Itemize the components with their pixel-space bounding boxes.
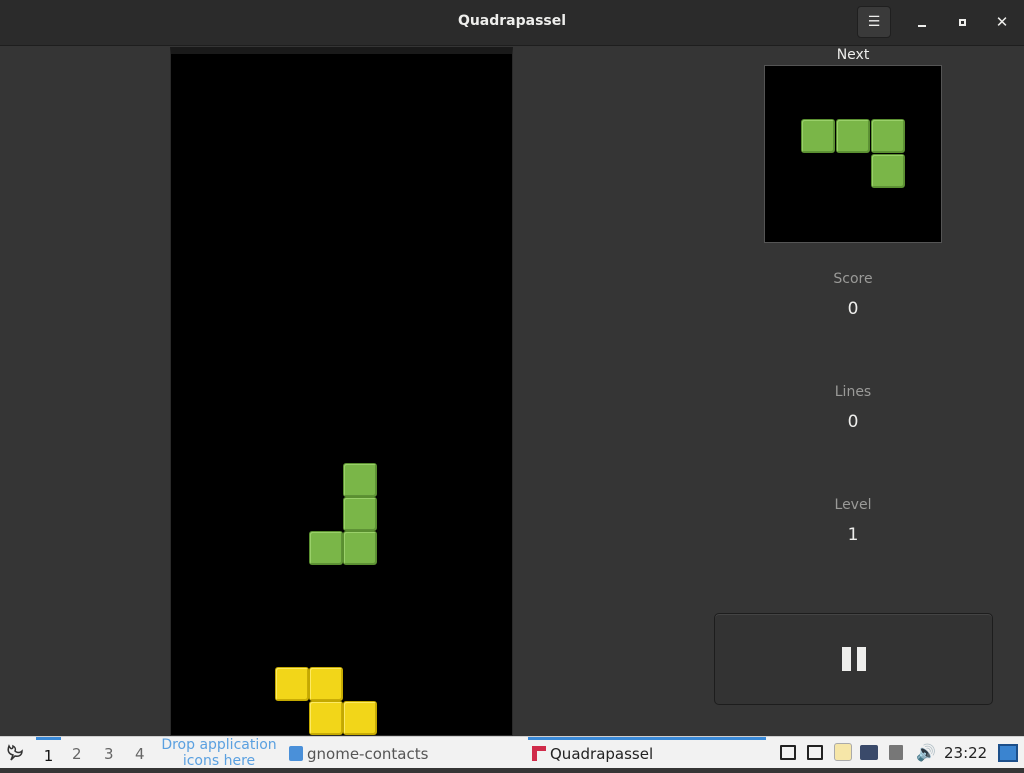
lxde-menu-icon[interactable] bbox=[5, 743, 25, 767]
score-value: 0 bbox=[847, 299, 859, 319]
hamburger-menu-icon: ☰ bbox=[867, 14, 881, 30]
next-block bbox=[870, 119, 905, 153]
maximize-button[interactable] bbox=[945, 6, 979, 38]
show-desktop-icon[interactable] bbox=[998, 744, 1018, 762]
pause-icon bbox=[841, 647, 866, 671]
volume-icon[interactable]: 🔊 bbox=[916, 743, 936, 762]
workspace-2[interactable]: 2 bbox=[72, 745, 82, 763]
lines-label: Lines bbox=[834, 384, 872, 400]
network-icon[interactable] bbox=[860, 745, 878, 760]
launcher-drop-hint: Drop application icons here bbox=[161, 737, 277, 769]
contacts-icon bbox=[289, 746, 303, 761]
quadrapassel-icon bbox=[532, 746, 546, 761]
notes-icon[interactable] bbox=[834, 743, 852, 761]
game-board[interactable] bbox=[170, 47, 513, 736]
minimize-icon bbox=[918, 25, 926, 27]
board-block bbox=[309, 531, 343, 565]
task-gnome-contacts[interactable]: gnome-contacts bbox=[289, 745, 428, 763]
board-block bbox=[309, 667, 343, 701]
workspace-3[interactable]: 3 bbox=[104, 745, 114, 763]
pause-button[interactable] bbox=[714, 613, 993, 705]
board-block bbox=[343, 463, 377, 497]
task-label: gnome-contacts bbox=[307, 745, 429, 763]
board-block bbox=[343, 497, 377, 531]
next-block bbox=[870, 154, 905, 188]
close-button[interactable]: ✕ bbox=[985, 6, 1019, 38]
task-quadrapassel[interactable]: Quadrapassel bbox=[528, 737, 766, 768]
lines-value: 0 bbox=[847, 412, 859, 432]
clock[interactable]: 23:22 bbox=[944, 744, 987, 762]
taskbar: 1 2 3 4 Drop application icons here gnom… bbox=[0, 736, 1024, 769]
eject-icon[interactable] bbox=[889, 745, 903, 760]
next-piece-preview bbox=[764, 65, 942, 243]
level-label: Level bbox=[834, 497, 872, 513]
next-label: Next bbox=[836, 47, 870, 63]
score-label: Score bbox=[833, 271, 873, 287]
board-block bbox=[343, 531, 377, 565]
next-block bbox=[800, 119, 835, 153]
board-block bbox=[275, 667, 309, 701]
task-label: Quadrapassel bbox=[550, 745, 654, 763]
maximize-icon bbox=[958, 18, 966, 26]
title-bar: Quadrapassel ☰ ✕ bbox=[0, 0, 1024, 46]
board-block bbox=[343, 701, 377, 735]
workspace-4[interactable]: 4 bbox=[135, 745, 145, 763]
minimize-button[interactable] bbox=[905, 6, 939, 38]
menu-button[interactable]: ☰ bbox=[857, 6, 891, 38]
monitor-icon[interactable] bbox=[780, 745, 796, 760]
board-block bbox=[309, 701, 343, 735]
next-block bbox=[835, 119, 870, 153]
screen-icon[interactable] bbox=[807, 745, 823, 760]
workspace-1[interactable]: 1 bbox=[36, 737, 61, 768]
level-value: 1 bbox=[847, 525, 859, 545]
close-icon: ✕ bbox=[995, 13, 1009, 31]
